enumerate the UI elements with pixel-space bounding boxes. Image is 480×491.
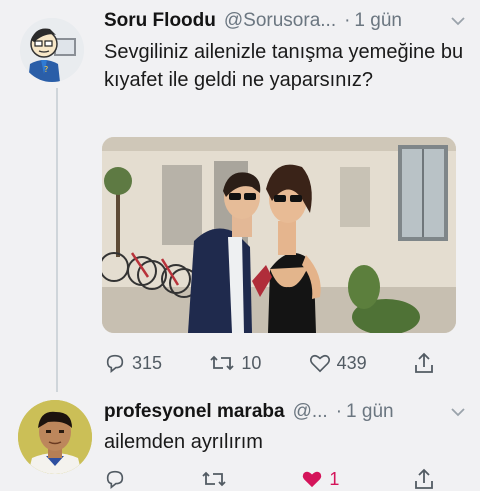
share-icon (415, 352, 433, 373)
chevron-down-icon[interactable] (450, 404, 466, 421)
tweet-actions: 315 10 439 (104, 352, 434, 374)
user-handle[interactable]: @... (293, 401, 328, 423)
profile-photo (18, 400, 92, 474)
cartoon-avatar-image: ? (20, 18, 84, 82)
like-count: 1 (329, 468, 340, 489)
retweet-button[interactable] (201, 469, 227, 489)
share-button[interactable] (414, 468, 434, 490)
reply-count: 315 (132, 352, 163, 373)
display-name[interactable]: Soru Floodu (104, 10, 216, 32)
user-handle[interactable]: @Sorusora... (224, 10, 336, 32)
avatar[interactable] (18, 400, 92, 474)
separator-dot: · (335, 401, 343, 422)
couple-street-photo (102, 137, 456, 333)
reply-icon (106, 354, 124, 373)
tweet-photo[interactable] (102, 137, 456, 333)
tweet-header: profesyonel maraba @... · 1 gün (104, 401, 466, 423)
like-icon (309, 354, 330, 373)
timestamp[interactable]: 1 gün (354, 10, 402, 32)
reply-button[interactable]: 315 (104, 352, 162, 374)
like-button[interactable]: 1 (301, 469, 339, 490)
tweet-text: Sevgiliniz ailenizle tanışma yemeğine bu… (104, 41, 464, 91)
separator-dot: · (344, 10, 351, 31)
tweet-header: Soru Floodu @Sorusora... · 1 gün (104, 10, 466, 32)
share-button[interactable] (414, 352, 434, 374)
like-icon (303, 471, 322, 488)
reply-icon (106, 470, 124, 489)
retweet-count: 10 (241, 352, 262, 373)
share-icon (415, 468, 433, 489)
retweet-icon (210, 355, 234, 371)
retweet-button[interactable]: 10 (209, 353, 261, 374)
like-button[interactable]: 439 (309, 353, 367, 374)
like-count: 439 (336, 352, 367, 373)
avatar[interactable]: ? (20, 18, 84, 82)
svg-text:?: ? (44, 65, 48, 74)
reply-button[interactable] (104, 468, 126, 490)
tweet-text: ailemden ayrılırım (104, 431, 263, 453)
timestamp[interactable]: 1 gün (346, 401, 394, 423)
retweet-icon (202, 471, 226, 487)
chevron-down-icon[interactable] (450, 13, 466, 30)
display-name[interactable]: profesyonel maraba (104, 401, 285, 423)
tweet-actions: 1 (104, 468, 434, 490)
